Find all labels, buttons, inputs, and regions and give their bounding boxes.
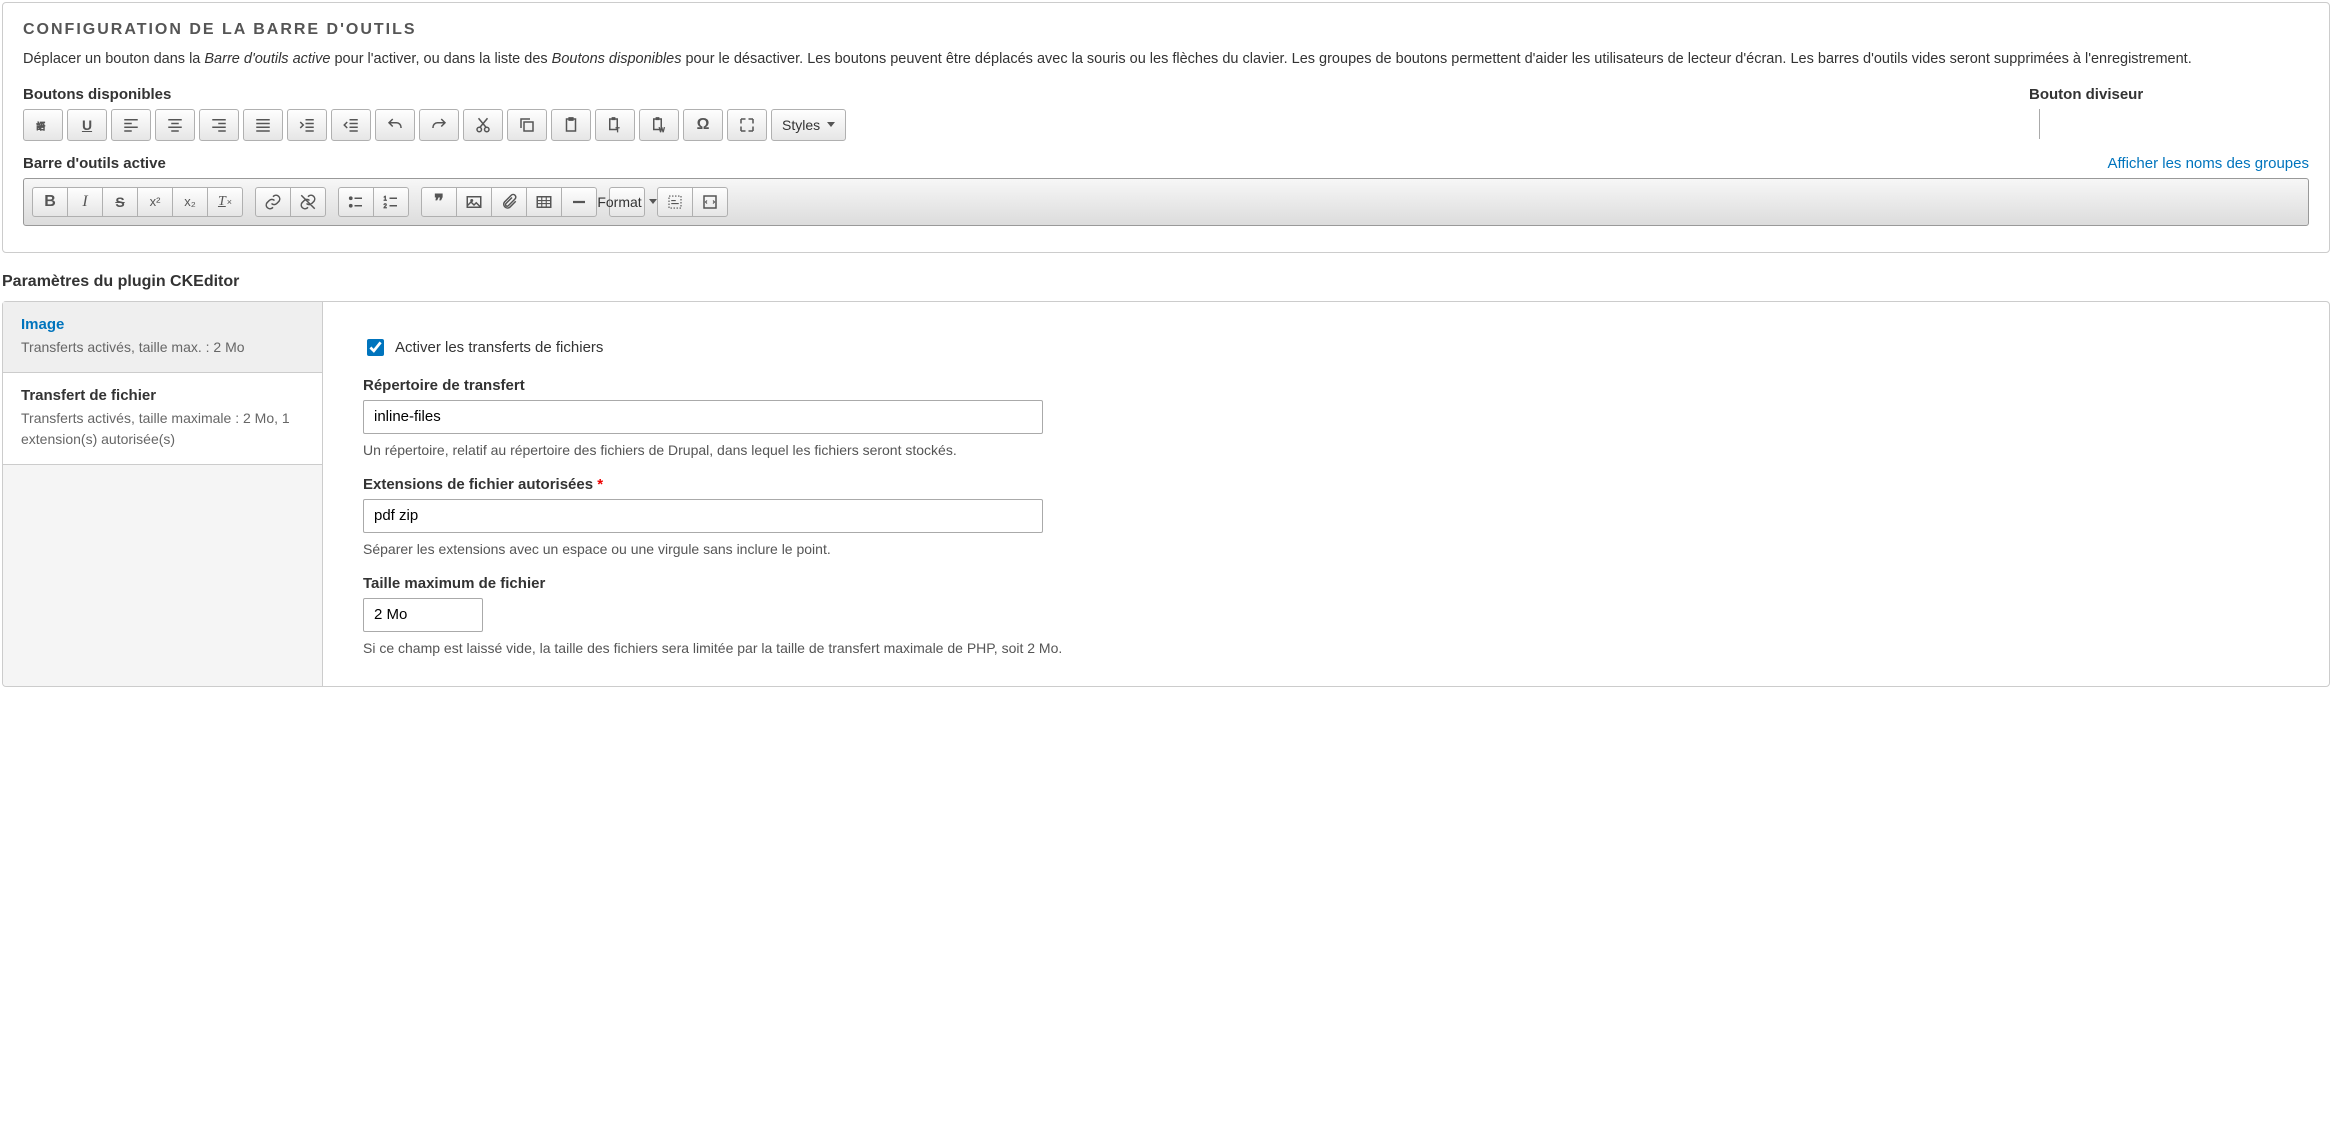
align-center-icon[interactable]	[155, 109, 195, 141]
extensions-label: Extensions de fichier autorisées *	[363, 476, 2289, 493]
available-buttons-toolbar: 語 U T W Ω Styles	[23, 109, 2029, 141]
copy-icon[interactable]	[507, 109, 547, 141]
enable-uploads-label: Activer les transferts de fichiers	[395, 339, 603, 356]
paste-icon[interactable]	[551, 109, 591, 141]
required-marker: *	[597, 476, 603, 493]
enable-uploads-row: Activer les transferts de fichiers	[363, 336, 2289, 359]
svg-text:語: 語	[36, 120, 45, 131]
vertical-tabs: Image Transferts activés, taille max. : …	[3, 302, 323, 686]
upload-dir-label: Répertoire de transfert	[363, 377, 2289, 394]
link-icon[interactable]	[255, 187, 291, 217]
align-justify-icon[interactable]	[243, 109, 283, 141]
remove-format-icon[interactable]: T×	[207, 187, 243, 217]
divider-button-label: Bouton diviseur	[2029, 86, 2309, 103]
paste-word-icon[interactable]: W	[639, 109, 679, 141]
svg-text:W: W	[659, 127, 665, 133]
tab-file-desc: Transferts activés, taille maximale : 2 …	[21, 408, 304, 450]
tab-image-title: Image	[21, 316, 304, 333]
divider-button[interactable]	[2039, 109, 2040, 139]
active-toolbar-label: Barre d'outils active	[23, 155, 166, 172]
underline-icon[interactable]: U	[67, 109, 107, 141]
plugin-tabs-container: Image Transferts activés, taille max. : …	[2, 301, 2330, 687]
extensions-help: Séparer les extensions avec un espace ou…	[363, 541, 2289, 557]
upload-dir-input[interactable]	[363, 400, 1043, 434]
horizontal-rule-icon[interactable]	[561, 187, 597, 217]
bullet-list-icon[interactable]	[338, 187, 374, 217]
image-icon[interactable]	[456, 187, 492, 217]
redo-icon[interactable]	[419, 109, 459, 141]
language-icon[interactable]: 語	[23, 109, 63, 141]
active-toolbar: B I S x² x₂ T× 12 ❞ Format	[23, 178, 2309, 226]
unlink-icon[interactable]	[290, 187, 326, 217]
upload-dir-help: Un répertoire, relatif au répertoire des…	[363, 442, 2289, 458]
tab-file-transfer[interactable]: Transfert de fichier Transferts activés,…	[3, 373, 322, 465]
chevron-down-icon	[649, 199, 657, 204]
tab-image-desc: Transferts activés, taille max. : 2 Mo	[21, 337, 304, 358]
tab-file-title: Transfert de fichier	[21, 387, 304, 404]
bold-icon[interactable]: B	[32, 187, 68, 217]
align-left-icon[interactable]	[111, 109, 151, 141]
paste-text-icon[interactable]: T	[595, 109, 635, 141]
max-size-input[interactable]	[363, 598, 483, 632]
chevron-down-icon	[827, 122, 835, 127]
numbered-list-icon[interactable]: 12	[373, 187, 409, 217]
svg-text:2: 2	[384, 204, 388, 210]
toolbar-config-title: Configuration de la barre d'outils	[23, 21, 2309, 39]
blockquote-icon[interactable]: ❞	[421, 187, 457, 217]
styles-dropdown[interactable]: Styles	[771, 109, 846, 141]
plugin-settings-title: Paramètres du plugin CKEditor	[2, 273, 2332, 291]
strikethrough-icon[interactable]: S	[102, 187, 138, 217]
align-right-icon[interactable]	[199, 109, 239, 141]
extensions-input[interactable]	[363, 499, 1043, 533]
cut-icon[interactable]	[463, 109, 503, 141]
italic-icon[interactable]: I	[67, 187, 103, 217]
max-size-label: Taille maximum de fichier	[363, 575, 2289, 592]
maximize-icon[interactable]	[727, 109, 767, 141]
attachment-icon[interactable]	[491, 187, 527, 217]
tab-content-panel: Activer les transferts de fichiers Réper…	[323, 302, 2329, 686]
svg-text:1: 1	[384, 196, 388, 202]
max-size-help: Si ce champ est laissé vide, la taille d…	[363, 640, 2289, 656]
group-tools	[657, 187, 728, 217]
toolbar-config-fieldset: Configuration de la barre d'outils Dépla…	[2, 2, 2330, 253]
format-dropdown[interactable]: Format	[609, 187, 645, 217]
group-format: Format	[609, 187, 645, 217]
subscript-icon[interactable]: x₂	[172, 187, 208, 217]
outdent-icon[interactable]	[331, 109, 371, 141]
svg-text:T: T	[616, 127, 620, 133]
show-group-names-link[interactable]: Afficher les noms des groupes	[2108, 155, 2310, 172]
table-icon[interactable]	[526, 187, 562, 217]
group-links	[255, 187, 326, 217]
tab-image[interactable]: Image Transferts activés, taille max. : …	[3, 302, 322, 373]
show-blocks-icon[interactable]	[657, 187, 693, 217]
group-text-style: B I S x² x₂ T×	[32, 187, 243, 217]
group-lists: 12	[338, 187, 409, 217]
available-buttons-label: Boutons disponibles	[23, 86, 2029, 103]
superscript-icon[interactable]: x²	[137, 187, 173, 217]
toolbar-config-description: Déplacer un bouton dans la Barre d'outil…	[23, 47, 2309, 72]
group-insert: ❞	[421, 187, 597, 217]
undo-icon[interactable]	[375, 109, 415, 141]
available-row: Boutons disponibles 語 U T W Ω Styles	[23, 86, 2309, 155]
special-char-icon[interactable]: Ω	[683, 109, 723, 141]
indent-icon[interactable]	[287, 109, 327, 141]
source-icon[interactable]	[692, 187, 728, 217]
enable-uploads-checkbox[interactable]	[367, 339, 384, 356]
